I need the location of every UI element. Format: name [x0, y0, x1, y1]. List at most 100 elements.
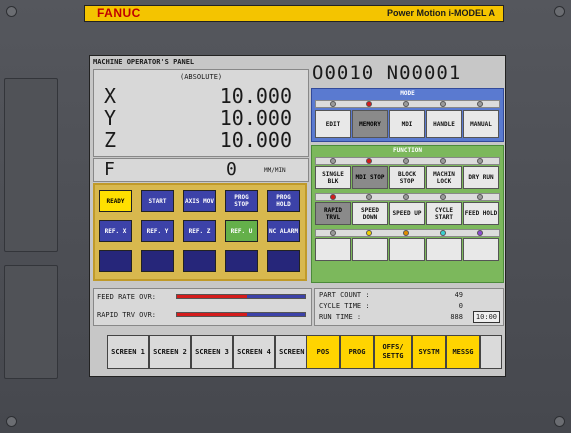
- softkey-screen-3[interactable]: SCREEN 3: [191, 335, 233, 369]
- prog-hold-button[interactable]: PROG HOLD: [267, 190, 300, 212]
- top-brand-bar: FANUC Power Motion i-MODEL A: [84, 5, 504, 22]
- model-name: Power Motion i-MODEL A: [387, 8, 495, 18]
- axis-name-x: X: [104, 84, 117, 108]
- rapid-trv-ovr-fill: [177, 313, 248, 316]
- ref-y-button[interactable]: REF. Y: [141, 220, 174, 242]
- led-icon: [477, 158, 483, 164]
- cycle-start-button[interactable]: CYCLE START: [426, 202, 462, 225]
- mode-title: MODE: [400, 90, 415, 97]
- led-icon: [477, 101, 483, 107]
- led-icon: [330, 158, 336, 164]
- ready-button[interactable]: READY: [99, 190, 132, 212]
- led-icon: [440, 194, 446, 200]
- left-card-slot-lower: [4, 265, 58, 379]
- position-display: (ABSOLUTE) X 10.000 Y 10.000 Z 10.000: [93, 69, 309, 157]
- mode-mdi-button[interactable]: MDI: [389, 110, 425, 138]
- feed-rate-ovr-label: FEED RATE OVR:: [97, 293, 157, 301]
- panel-title: MACHINE OPERATOR'S PANEL: [93, 58, 195, 66]
- program-sequence-number: O0010 N00001: [312, 62, 462, 84]
- ref-x-button[interactable]: REF. X: [99, 220, 132, 242]
- speed-down-button[interactable]: SPEED DOWN: [352, 202, 388, 225]
- override-panel: FEED RATE OVR: RAPID TRV OVR:: [93, 288, 312, 326]
- run-time-label: RUN TIME :: [319, 313, 362, 321]
- cycle-time-label: CYCLE TIME :: [319, 302, 370, 310]
- led-icon: [366, 101, 372, 107]
- cnc-bezel: FANUC Power Motion i-MODEL A MACHINE OPE…: [0, 0, 571, 433]
- blank-status-button[interactable]: [267, 250, 300, 272]
- softkey-messg[interactable]: MESSG: [446, 335, 480, 369]
- mode-handle-button[interactable]: HANDLE: [426, 110, 462, 138]
- led-icon: [440, 158, 446, 164]
- screw-icon: [6, 6, 17, 17]
- blank-function-button[interactable]: [463, 238, 499, 261]
- feed-unit: MM/MIN: [264, 167, 286, 174]
- function-led-strip-3: [315, 229, 500, 237]
- softkey-pos[interactable]: POS: [306, 335, 340, 369]
- axis-mov-button[interactable]: AXIS MOV: [183, 190, 216, 212]
- blank-status-button[interactable]: [183, 250, 216, 272]
- rapid-trv-ovr-bar[interactable]: [176, 312, 306, 317]
- nc-alarm-button[interactable]: NC ALARM: [267, 220, 300, 242]
- ref-z-button[interactable]: REF. Z: [183, 220, 216, 242]
- mode-panel: MODE EDIT MEMORY MDI HANDLE MANUAL: [311, 88, 504, 142]
- speed-up-button[interactable]: SPEED UP: [389, 202, 425, 225]
- led-icon: [477, 230, 483, 236]
- single-blk-button[interactable]: SINGLE BLK: [315, 166, 351, 189]
- led-icon: [440, 230, 446, 236]
- start-button[interactable]: START: [141, 190, 174, 212]
- softkey-screen-2[interactable]: SCREEN 2: [149, 335, 191, 369]
- feed-display: F 0 MM/MIN: [93, 158, 309, 182]
- softkey-bar: SCREEN 1 SCREEN 2 SCREEN 3 SCREEN 4 SCRE…: [90, 330, 505, 376]
- led-icon: [403, 230, 409, 236]
- led-icon: [403, 101, 409, 107]
- function-led-strip-2: [315, 193, 500, 201]
- dry-run-button[interactable]: DRY RUN: [463, 166, 499, 189]
- axis-value-z: 10.000: [219, 128, 292, 152]
- softkey-screen-4[interactable]: SCREEN 4: [233, 335, 275, 369]
- softkey-next[interactable]: [480, 335, 502, 369]
- function-panel: FUNCTION SINGLE BLK MDI STOP BLOCK STOP …: [311, 145, 504, 283]
- block-stop-button[interactable]: BLOCK STOP: [389, 166, 425, 189]
- function-title: FUNCTION: [393, 147, 422, 154]
- blank-function-button[interactable]: [315, 238, 351, 261]
- screw-icon: [554, 6, 565, 17]
- prog-stop-button[interactable]: PROG STOP: [225, 190, 258, 212]
- led-icon: [366, 230, 372, 236]
- softkey-offs-settg[interactable]: OFFS/ SETTG: [374, 335, 412, 369]
- axis-value-y: 10.000: [219, 106, 292, 130]
- softkey-screen-1[interactable]: SCREEN 1: [107, 335, 149, 369]
- led-icon: [366, 158, 372, 164]
- feed-rate-ovr-bar[interactable]: [176, 294, 306, 299]
- part-count-label: PART COUNT :: [319, 291, 370, 299]
- blank-function-button[interactable]: [389, 238, 425, 261]
- led-icon: [330, 194, 336, 200]
- blank-status-button[interactable]: [141, 250, 174, 272]
- screw-icon: [554, 416, 565, 427]
- mode-memory-button[interactable]: MEMORY: [352, 110, 388, 138]
- feed-hold-button[interactable]: FEED HOLD: [463, 202, 499, 225]
- mdi-stop-button[interactable]: MDI STOP: [352, 166, 388, 189]
- lcd-screen: MACHINE OPERATOR'S PANEL O0010 N00001 (A…: [89, 55, 506, 377]
- softkey-prog[interactable]: PROG: [340, 335, 374, 369]
- status-button-panel: READY START AXIS MOV PROG STOP PROG HOLD…: [93, 183, 307, 281]
- rapid-trvl-button[interactable]: RAPID TRVL: [315, 202, 351, 225]
- mode-manual-button[interactable]: MANUAL: [463, 110, 499, 138]
- blank-status-button[interactable]: [99, 250, 132, 272]
- axis-name-y: Y: [104, 106, 117, 130]
- blank-status-button[interactable]: [225, 250, 258, 272]
- mode-edit-button[interactable]: EDIT: [315, 110, 351, 138]
- run-time-value: 888: [450, 313, 463, 321]
- led-icon: [330, 101, 336, 107]
- blank-function-button[interactable]: [352, 238, 388, 261]
- softkey-systm[interactable]: SYSTM: [412, 335, 446, 369]
- led-icon: [366, 194, 372, 200]
- machin-lock-button[interactable]: MACHIN LOCK: [426, 166, 462, 189]
- counters-panel: PART COUNT : 49 CYCLE TIME : 0 RUN TIME …: [314, 288, 504, 326]
- left-card-slot-upper: [4, 78, 58, 252]
- led-icon: [403, 158, 409, 164]
- axis-value-x: 10.000: [219, 84, 292, 108]
- coordinate-mode: (ABSOLUTE): [180, 73, 223, 81]
- blank-function-button[interactable]: [426, 238, 462, 261]
- led-icon: [403, 194, 409, 200]
- ref-u-button[interactable]: REF. U: [225, 220, 258, 242]
